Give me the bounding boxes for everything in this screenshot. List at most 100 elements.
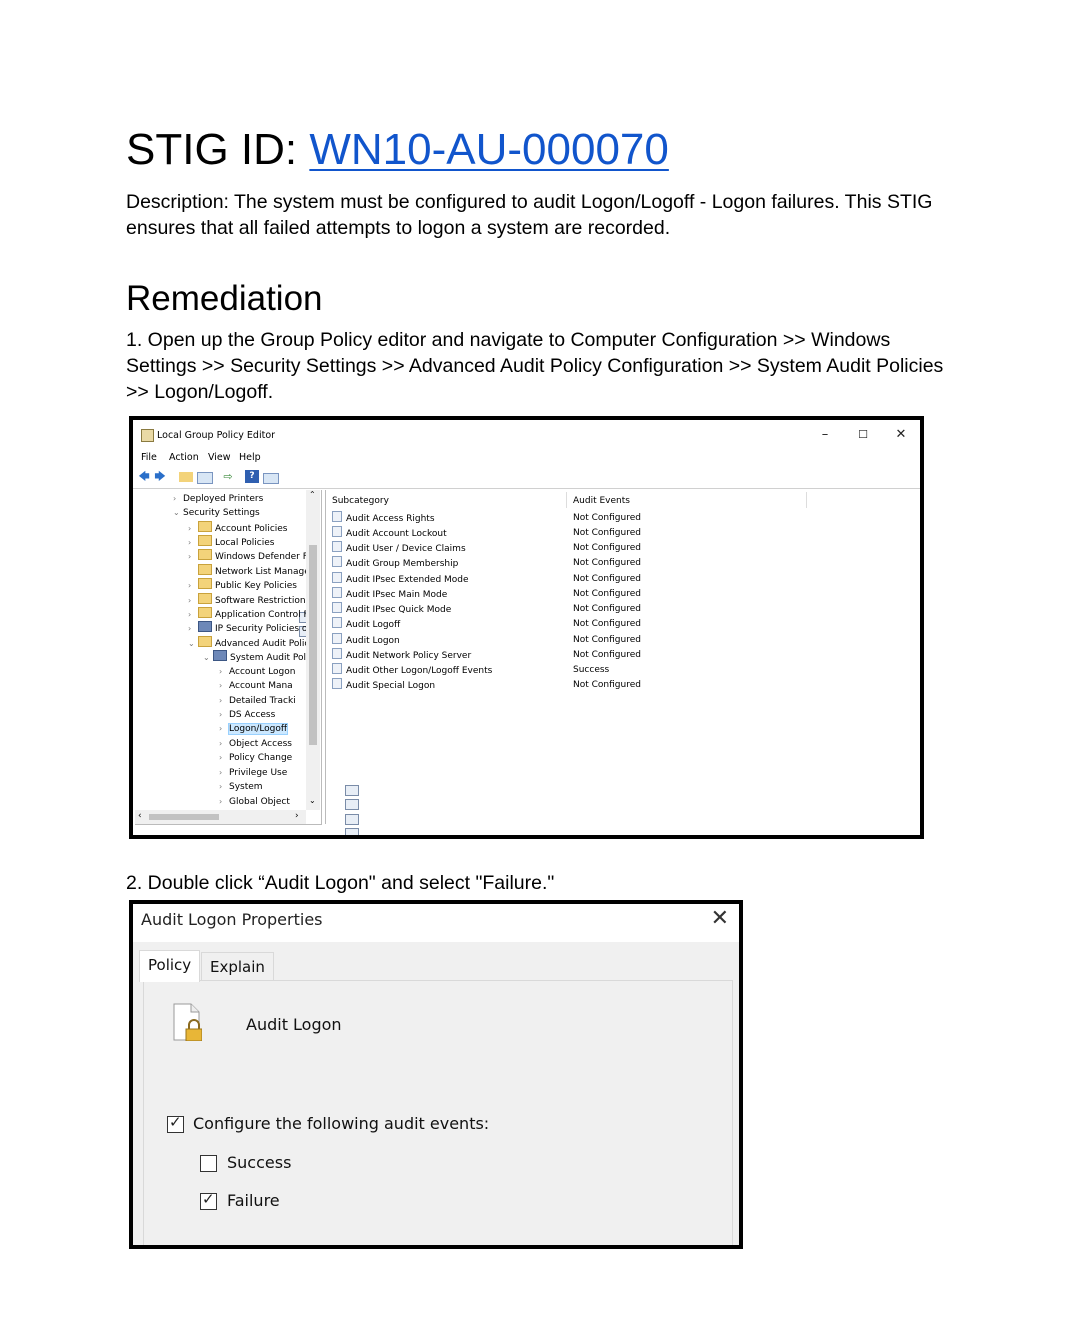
properties-icon[interactable]: [263, 473, 279, 484]
list-item[interactable]: Audit IPsec Quick Mode Not Configured: [332, 602, 732, 617]
policy-icon: [332, 633, 342, 644]
tree-item-windows-defender[interactable]: › Windows Defender Fi: [188, 549, 310, 563]
column-header-subcategory[interactable]: Subcategory: [332, 496, 389, 510]
expand-icon[interactable]: ›: [219, 780, 229, 794]
tree-item-advanced-audit[interactable]: ⌄ Advanced Audit Policy: [188, 636, 315, 650]
menu-action[interactable]: Action: [169, 452, 199, 463]
success-label: Success: [227, 1153, 292, 1172]
minimize-icon[interactable]: –: [808, 426, 842, 444]
tree-item-network-list-manager[interactable]: Network List Manager: [188, 564, 313, 578]
tree-horizontal-scrollbar[interactable]: ‹ ›: [135, 810, 306, 824]
collapse-icon[interactable]: ⌄: [188, 637, 198, 651]
show-hide-tree-icon[interactable]: [197, 472, 213, 484]
list-item[interactable]: Audit Group Membership Not Configured: [332, 556, 732, 571]
expand-icon[interactable]: ›: [188, 608, 198, 622]
list-item[interactable]: Audit IPsec Extended Mode Not Configured: [332, 572, 732, 587]
export-list-icon[interactable]: ⇨: [221, 470, 235, 483]
expand-icon[interactable]: ›: [188, 522, 198, 536]
checkmark-icon: ✓: [202, 1190, 215, 1208]
tree-item-ds-access[interactable]: › DS Access: [219, 708, 359, 835]
tree-item-account-management[interactable]: › Account Mana: [219, 679, 359, 810]
tree-item-local-policies[interactable]: › Local Policies: [188, 535, 274, 549]
expand-icon[interactable]: ›: [188, 594, 198, 608]
tree-item-ip-security[interactable]: › IP Security Policies on: [188, 621, 313, 635]
expand-icon[interactable]: ›: [219, 694, 229, 708]
configure-checkbox[interactable]: ✓: [167, 1113, 184, 1133]
tree-vertical-scrollbar[interactable]: ⌃ ⌄: [306, 490, 320, 810]
expand-icon[interactable]: ›: [173, 492, 183, 506]
expand-icon[interactable]: ›: [188, 550, 198, 564]
menu-view[interactable]: View: [208, 452, 231, 463]
scroll-right-icon[interactable]: ›: [295, 811, 299, 821]
expand-icon[interactable]: ›: [219, 737, 229, 751]
expand-icon[interactable]: ›: [219, 751, 229, 765]
system-icon: [213, 650, 227, 661]
folder-icon: [198, 636, 212, 647]
expand-icon[interactable]: ›: [219, 665, 229, 679]
tree-item-policy-change[interactable]: › Policy Change: [219, 751, 292, 765]
expand-icon[interactable]: ›: [219, 795, 229, 809]
expand-icon[interactable]: ›: [188, 622, 198, 636]
tree-item-system[interactable]: › System: [219, 780, 263, 794]
checkmark-icon: ✓: [169, 1113, 182, 1131]
scroll-up-icon[interactable]: ⌃: [309, 490, 316, 499]
collapse-icon[interactable]: ⌄: [173, 506, 183, 520]
tree-item-software-restriction[interactable]: › Software Restriction P: [188, 593, 314, 607]
back-arrow-icon[interactable]: 🡄: [137, 470, 151, 483]
tree-item-system-audit-policies[interactable]: ⌄ System Audit Polic: [203, 650, 313, 664]
list-item[interactable]: Audit Logon Not Configured: [332, 633, 732, 648]
policy-icon: [332, 572, 342, 583]
tree-item-public-key-policies[interactable]: › Public Key Policies: [188, 578, 297, 592]
list-item[interactable]: Audit Network Policy Server Not Configure…: [332, 648, 732, 663]
list-item[interactable]: Audit Other Logon/Logoff Events Success: [332, 663, 732, 678]
tree-item-detailed-tracking[interactable]: › Detailed Tracki: [219, 694, 359, 825]
policy-icon: [332, 511, 342, 522]
scroll-thumb[interactable]: [309, 545, 317, 745]
forward-arrow-icon[interactable]: 🡆: [153, 470, 167, 483]
tab-policy[interactable]: Policy: [139, 950, 201, 982]
menu-file[interactable]: File: [141, 452, 157, 463]
list-item[interactable]: Audit User / Device Claims Not Configured: [332, 541, 732, 556]
stig-id-link[interactable]: WN10-AU-000070: [309, 125, 669, 174]
tree-item-deployed-printers[interactable]: › Deployed Printers: [173, 492, 313, 623]
tree-item-security-settings[interactable]: ⌄ Security Settings: [173, 506, 313, 637]
up-folder-icon[interactable]: [179, 472, 193, 482]
tree-item-global-object[interactable]: › Global Object: [219, 795, 290, 809]
collapse-icon[interactable]: ⌄: [203, 651, 213, 665]
expand-icon[interactable]: ›: [188, 579, 198, 593]
list-item[interactable]: Audit Account Lockout Not Configured: [332, 526, 732, 541]
close-icon[interactable]: ✕: [711, 907, 729, 931]
tree-item-application-control[interactable]: › Application Control Po: [188, 607, 314, 621]
expand-icon[interactable]: ›: [219, 766, 229, 780]
column-header-audit-events[interactable]: Audit Events: [573, 496, 630, 510]
policy-icon: [332, 526, 342, 537]
success-checkbox[interactable]: [200, 1155, 217, 1172]
tree-item-account-policies[interactable]: › Account Policies: [188, 521, 288, 535]
scroll-left-icon[interactable]: ‹: [138, 811, 142, 821]
menu-bar: File Action View Help: [133, 450, 920, 466]
tree-item-account-logon[interactable]: › Account Logon: [219, 665, 359, 796]
list-item[interactable]: Audit Special Logon Not Configured: [332, 678, 732, 693]
tab-explain[interactable]: Explain: [201, 952, 274, 982]
tree-item-logon-logoff[interactable]: › Logon/Logoff: [219, 722, 289, 736]
list-item[interactable]: Audit Access Rights Not Configured: [332, 511, 732, 526]
tree-item-privilege-use[interactable]: › Privilege Use: [219, 766, 287, 780]
maximize-icon[interactable]: ☐: [846, 426, 880, 444]
menu-help[interactable]: Help: [239, 452, 261, 463]
help-icon[interactable]: ?: [245, 470, 259, 483]
expand-icon[interactable]: ›: [188, 536, 198, 550]
expand-icon[interactable]: ›: [219, 722, 229, 736]
list-item[interactable]: Audit Logoff Not Configured: [332, 617, 732, 632]
failure-checkbox[interactable]: ✓: [200, 1190, 217, 1210]
close-icon[interactable]: ✕: [884, 426, 918, 444]
list-item[interactable]: Audit IPsec Main Mode Not Configured: [332, 587, 732, 602]
expand-icon[interactable]: ›: [219, 708, 229, 722]
scroll-down-icon[interactable]: ⌄: [309, 796, 316, 805]
tree-item-object-access[interactable]: › Object Access: [219, 737, 292, 751]
policy-icon: [345, 828, 359, 835]
remediation-heading: Remediation: [126, 279, 323, 318]
folder-icon: [198, 549, 212, 560]
expand-icon[interactable]: ›: [219, 679, 229, 693]
document-body: STIG ID: WN10-AU-000070 Description: The…: [126, 120, 956, 405]
scroll-thumb[interactable]: [149, 814, 219, 820]
